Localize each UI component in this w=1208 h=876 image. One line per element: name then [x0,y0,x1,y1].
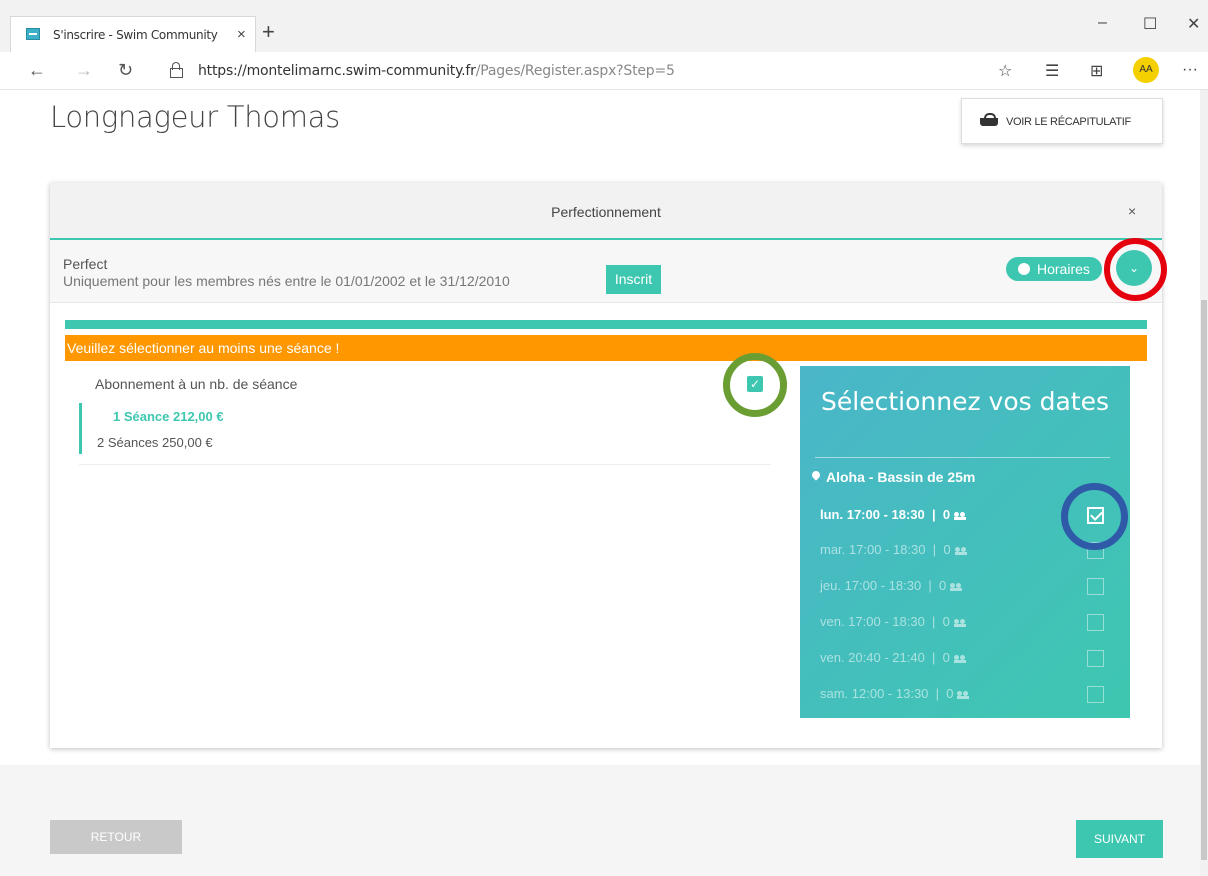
people-icon [954,511,967,520]
people-icon [950,582,963,591]
annotation-green-circle [723,353,787,417]
scrollbar[interactable] [1200,90,1208,876]
warning-banner: Veuillez sélectionner au moins une séanc… [65,335,1147,361]
page-title: Longnageur Thomas [50,100,340,134]
favorites-list-icon[interactable]: ☰ [1045,61,1059,81]
new-tab-button[interactable]: + [262,21,275,43]
subscription-title: Abonnement à un nb. de séance [95,376,298,392]
slot-checkbox-sam[interactable] [1087,686,1104,703]
progress-bar [65,320,1147,329]
back-arrow-icon[interactable]: ← [28,60,46,81]
course-card: Perfectionnement × Perfect Uniquement po… [50,183,1167,748]
forward-arrow-icon[interactable]: → [75,60,93,81]
slot-label: lun. 17:00 - 18:30 | 0 [820,507,967,522]
collections-icon[interactable]: ⊞ [1090,61,1103,81]
horaires-label: Horaires [1037,261,1090,277]
scrollbar-thumb[interactable] [1201,300,1207,860]
slot-label: sam. 12:00 - 13:30 | 0 [820,686,970,701]
next-button[interactable]: SUIVANT [1076,820,1163,858]
page-content: Longnageur Thomas VOIR LE RÉCAPITULATIF … [0,90,1208,876]
dates-divider [815,457,1110,458]
course-description: Uniquement pour les membres nés entre le… [63,273,510,289]
horaires-button[interactable]: Horaires [1006,257,1102,281]
maximize-button[interactable]: ☐ [1143,14,1157,34]
slot-checkbox-ven-2[interactable] [1087,650,1104,667]
favorite-star-icon[interactable]: ☆ [998,61,1012,81]
divider [79,464,771,465]
card-header: Perfectionnement × [50,183,1162,240]
minimize-button[interactable]: – [1098,14,1107,32]
browser-tab[interactable]: S'inscrire - Swim Community × [10,16,256,52]
profile-avatar[interactable]: AA [1133,57,1159,83]
slot-label: mar. 17:00 - 18:30 | 0 [820,542,968,557]
course-name: Perfect [63,256,108,272]
people-icon [953,618,967,627]
dates-title: Sélectionnez vos dates [821,387,1109,416]
annotation-red-circle [1104,238,1167,301]
people-icon [953,654,967,663]
refresh-icon[interactable]: ↻ [118,60,133,81]
course-row: Perfect Uniquement pour les membres nés … [50,238,1167,303]
browser-toolbar: ← → ↻ https://montelimarnc.swim-communit… [0,52,1208,90]
card-close-icon[interactable]: × [1128,203,1136,219]
card-title: Perfectionnement [551,204,661,220]
location-pin-icon [810,469,822,481]
site-favicon-icon [26,28,40,40]
browser-tabbar: S'inscrire - Swim Community × + – ☐ ✕ [0,0,1208,52]
dates-panel: Sélectionnez vos dates Aloha - Bassin de… [800,366,1130,718]
slot-label: jeu. 17:00 - 18:30 | 0 [820,578,963,593]
basket-icon [980,113,998,127]
back-button[interactable]: RETOUR [50,820,182,854]
recap-button[interactable]: VOIR LE RÉCAPITULATIF [961,98,1163,144]
people-icon [954,546,968,555]
slot-checkbox-ven-1[interactable] [1087,614,1104,631]
option-1-seance[interactable]: 1 Séance 212,00 € [113,409,224,424]
option-2-seances[interactable]: 2 Séances 250,00 € [97,435,213,450]
annotation-blue-circle [1061,483,1128,550]
more-menu-icon[interactable]: ··· [1182,61,1198,79]
slot-checkbox-jeu[interactable] [1087,578,1104,595]
clock-icon [1018,263,1030,275]
inscrit-badge: Inscrit [606,265,661,294]
window-close-button[interactable]: ✕ [1187,14,1200,34]
url-text: https://montelimarnc.swim-community.fr/P… [198,63,675,79]
slot-label: ven. 20:40 - 21:40 | 0 [820,650,967,665]
option-indicator [79,403,82,454]
tab-title: S'inscrire - Swim Community [53,28,218,42]
tab-close-icon[interactable]: × [237,26,246,43]
people-icon [957,690,970,699]
recap-label: VOIR LE RÉCAPITULATIF [1006,116,1131,128]
lock-icon [170,62,183,78]
address-bar[interactable]: https://montelimarnc.swim-community.fr/P… [152,58,958,84]
slot-label: ven. 17:00 - 18:30 | 0 [820,614,967,629]
